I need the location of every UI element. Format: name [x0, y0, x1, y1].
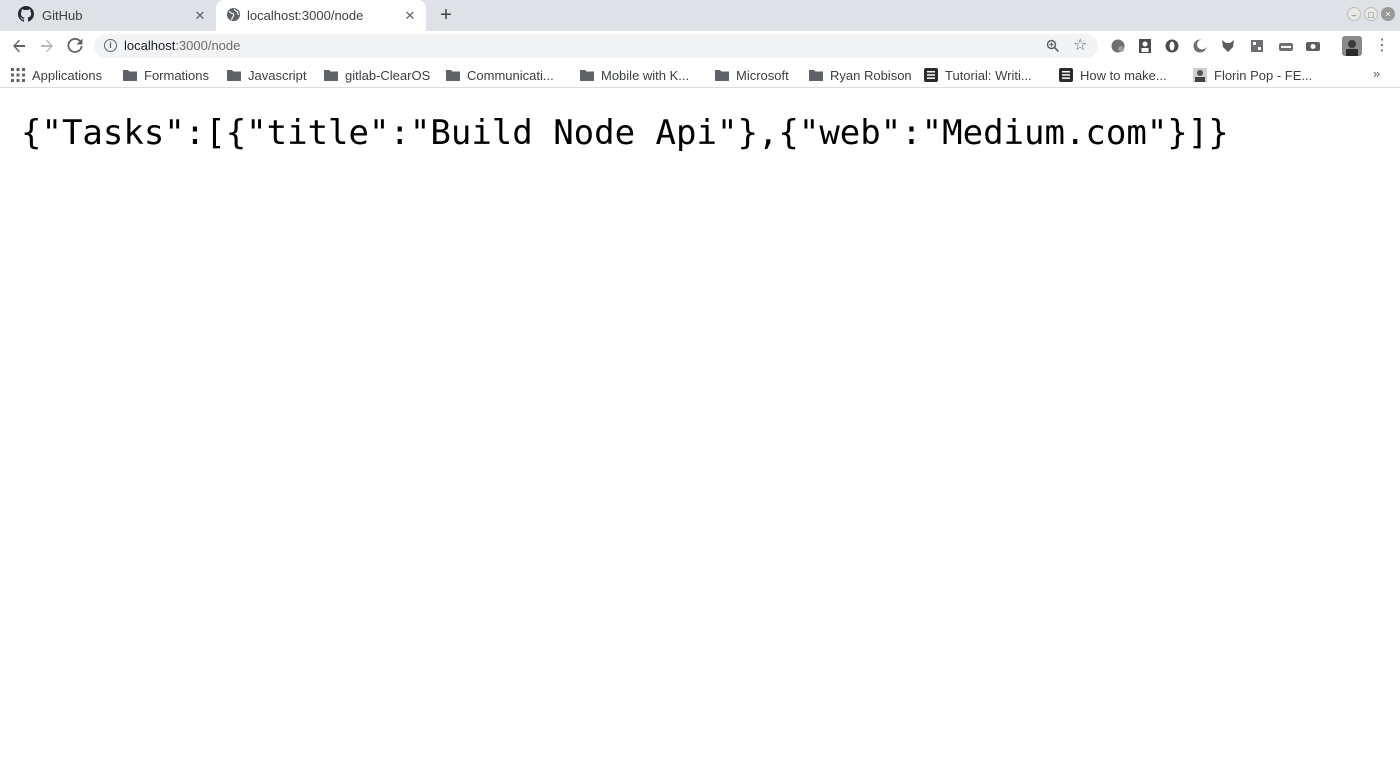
tab-label: GitHub [42, 8, 83, 23]
bookmark-microsoft[interactable]: Microsoft [715, 65, 789, 85]
back-button[interactable] [7, 34, 31, 58]
bookmark-florin-pop[interactable]: Florin Pop - FE... [1193, 65, 1312, 85]
folder-icon [123, 69, 137, 81]
extension-opera-icon[interactable] [1163, 37, 1181, 55]
minimize-button[interactable]: – [1347, 7, 1361, 21]
github-icon [18, 6, 34, 25]
url-host: localhost [124, 38, 176, 53]
extension-fox-icon[interactable] [1219, 37, 1237, 55]
bookmark-star-icon[interactable]: ☆ [1073, 35, 1087, 55]
new-tab-button[interactable]: + [434, 4, 458, 28]
bookmark-label: Florin Pop - FE... [1214, 67, 1313, 83]
url-path: :3000/node [175, 38, 241, 53]
forward-button[interactable] [35, 34, 59, 58]
user-avatar[interactable] [1342, 36, 1362, 56]
bookmarks-bar: Applications Formations Javascript gitla… [0, 61, 1400, 88]
bookmark-label: How to make... [1080, 67, 1167, 83]
tab-localhost[interactable]: localhost:3000/node ✕ [216, 0, 426, 31]
extension-qr-icon[interactable] [1248, 37, 1266, 55]
extension-globe-icon[interactable] [1109, 37, 1127, 55]
bookmark-tutorial-writi[interactable]: Tutorial: Writi... [924, 65, 1032, 85]
bookmark-label: Applications [32, 67, 103, 83]
extension-moon-icon[interactable] [1191, 37, 1209, 55]
folder-icon [580, 69, 594, 81]
maximize-button[interactable]: □ [1364, 7, 1378, 21]
bookmark-how-to-make[interactable]: How to make... [1059, 65, 1167, 85]
tab-label: localhost:3000/node [247, 8, 364, 23]
more-bookmarks-icon[interactable]: » [1373, 66, 1380, 81]
bookmark-formations[interactable]: Formations [123, 65, 209, 85]
bookmark-ryan-robison[interactable]: Ryan Robison [809, 65, 912, 85]
bookmark-label: Mobile with K... [601, 67, 690, 83]
zoom-icon[interactable] [1046, 36, 1060, 56]
bookmark-label: Ryan Robison [830, 67, 912, 83]
bookmark-label: Formations [144, 67, 210, 83]
page-favicon-icon [924, 68, 938, 82]
bookmark-label: Javascript [248, 67, 307, 83]
extension-cloud-icon[interactable] [1277, 37, 1295, 55]
page-favicon-icon [1059, 68, 1073, 82]
bookmark-label: Tutorial: Writi... [945, 67, 1032, 83]
tab-github[interactable]: GitHub ✕ [8, 0, 216, 31]
address-bar[interactable]: i localhost:3000/node ☆ [94, 34, 1098, 58]
bookmark-applications[interactable]: Applications [11, 65, 102, 85]
bookmark-communicati[interactable]: Communicati... [446, 65, 554, 85]
extension-profile-icon[interactable] [1136, 37, 1154, 55]
bookmark-label: Microsoft [736, 67, 789, 83]
bookmark-mobile-with-k[interactable]: Mobile with K... [580, 65, 689, 85]
close-tab-icon[interactable]: ✕ [402, 8, 418, 24]
folder-icon [715, 69, 729, 81]
page-content: {"Tasks":[{"title":"Build Node Api"},{"w… [0, 89, 1400, 764]
folder-icon [446, 69, 460, 81]
bookmark-label: Communicati... [467, 67, 554, 83]
folder-icon [809, 69, 823, 81]
extension-camera-icon[interactable] [1304, 37, 1322, 55]
json-response-text: {"Tasks":[{"title":"Build Node Api"},{"w… [21, 113, 1229, 153]
bookmark-label: gitlab-ClearOS [345, 67, 431, 83]
bookmark-gitlab-clearos[interactable]: gitlab-ClearOS [324, 65, 430, 85]
close-tab-icon[interactable]: ✕ [192, 8, 208, 24]
info-icon[interactable]: i [104, 39, 117, 52]
folder-icon [227, 69, 241, 81]
url-text[interactable]: localhost:3000/node [124, 38, 240, 53]
toolbar: i localhost:3000/node ☆ ⋮ [0, 31, 1400, 61]
globe-icon [226, 7, 241, 25]
close-window-button[interactable]: × [1381, 7, 1395, 21]
profile-favicon-icon [1193, 68, 1207, 82]
bookmark-javascript[interactable]: Javascript [227, 65, 307, 85]
apps-grid-icon [11, 68, 25, 82]
more-menu-icon[interactable]: ⋮ [1374, 35, 1390, 57]
folder-icon [324, 69, 338, 81]
reload-button[interactable] [63, 34, 87, 58]
tab-strip: GitHub ✕ localhost:3000/node ✕ + – □ × [0, 0, 1400, 31]
